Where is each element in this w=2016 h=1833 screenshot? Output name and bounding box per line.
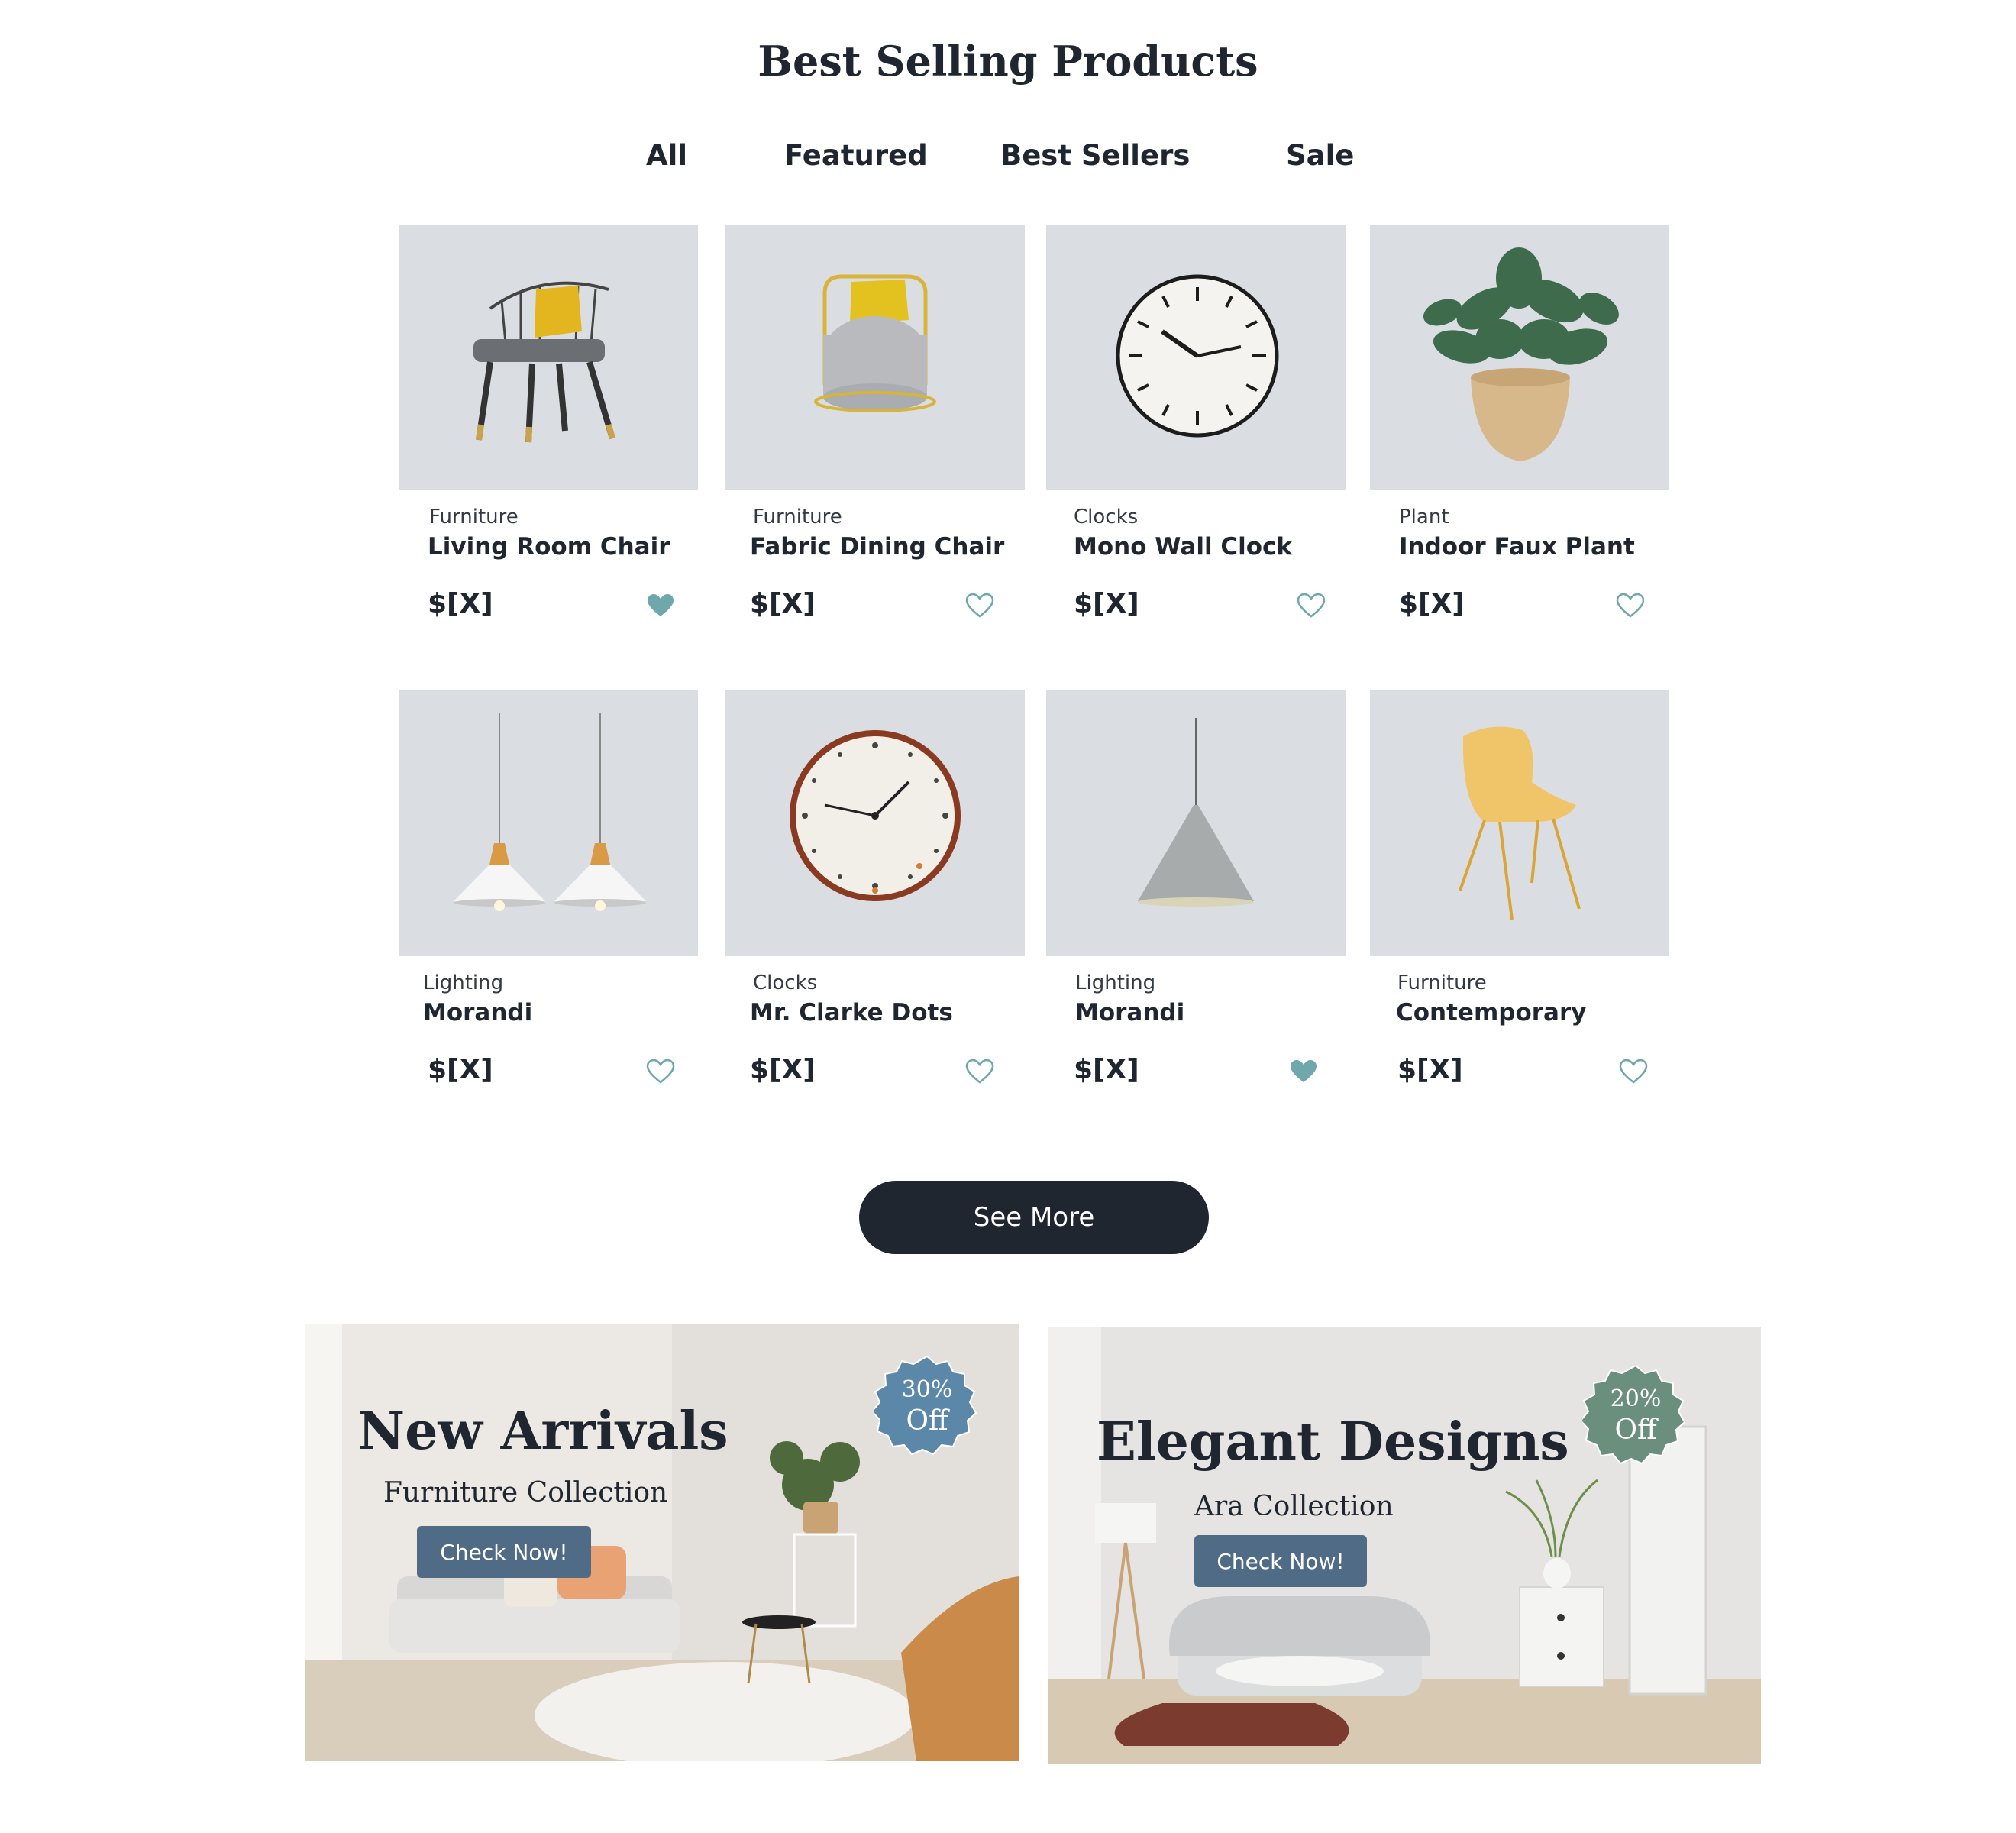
chair-icon [473,281,615,443]
banner-subtitle: Furniture Collection [383,1477,668,1508]
heart-outline-icon[interactable] [1297,593,1326,619]
badge-percent: 20% [1610,1385,1662,1412]
heart-filled-icon[interactable] [1289,1059,1318,1085]
discount-badge: 30% Off [874,1353,981,1460]
tab-sale[interactable]: Sale [1286,139,1354,172]
section-title: Best Selling Products [758,37,1258,86]
promo-banner-new-arrivals[interactable]: New Arrivals Furniture Collection Check … [305,1324,1019,1761]
product-image[interactable] [1046,690,1346,956]
discount-badge: 20% Off [1582,1363,1689,1469]
product-category: Lighting [1075,971,1156,994]
product-price: $[X] [1399,588,1465,619]
heart-outline-icon[interactable] [646,1059,675,1085]
product-price: $[X] [750,1054,816,1085]
product-image[interactable] [399,690,698,956]
heart-outline-icon[interactable] [965,1059,994,1085]
product-card[interactable]: Furniture Fabric Dining Chair $[X] [725,225,1025,619]
product-price: $[X] [750,588,816,619]
banner-title: New Arrivals [357,1401,729,1462]
product-card[interactable]: Furniture Living Room Chair $[X] [399,225,698,619]
product-price: $[X] [428,588,493,619]
chair-icon [814,274,936,412]
product-category: Furniture [753,506,842,529]
promo-banner-elegant-designs[interactable]: Elegant Designs Ara Collection Check Now… [1048,1327,1761,1764]
product-category: Clocks [1074,506,1139,529]
product-name[interactable]: Living Room Chair [428,533,670,561]
product-category: Clocks [753,971,818,994]
heart-filled-icon[interactable] [646,593,675,619]
banner-title: Elegant Designs [1097,1411,1569,1473]
product-name[interactable]: Contemporary [1396,999,1586,1026]
product-price: $[X] [1074,588,1139,619]
badge-off: Off [906,1405,948,1437]
clock-icon [790,730,961,901]
product-image[interactable] [1370,225,1669,490]
check-now-button[interactable]: Check Now! [417,1526,591,1578]
tab-featured[interactable]: Featured [784,139,928,172]
product-name[interactable]: Mono Wall Clock [1074,533,1292,561]
product-category: Furniture [1397,971,1487,994]
badge-off: Off [1614,1414,1657,1446]
plant-icon [1423,247,1619,461]
product-price: $[X] [1397,1054,1463,1085]
heart-outline-icon[interactable] [965,593,994,619]
lamp-icon [454,713,646,911]
product-name[interactable]: Fabric Dining Chair [750,533,1004,561]
product-name[interactable]: Indoor Faux Plant [1399,533,1635,561]
product-image[interactable] [399,225,698,490]
product-name[interactable]: Mr. Clarke Dots [750,999,953,1026]
badge-percent: 30% [901,1376,953,1403]
clock-icon [1116,274,1279,438]
product-price: $[X] [1074,1054,1139,1085]
product-image[interactable] [725,690,1025,956]
heart-outline-icon[interactable] [1619,1059,1648,1085]
product-category: Lighting [423,971,504,994]
product-card[interactable]: Lighting Morandi $[X] [399,690,698,1085]
check-now-button[interactable]: Check Now! [1194,1535,1367,1587]
product-image[interactable] [1370,690,1669,956]
product-card[interactable]: Clocks Mono Wall Clock $[X] [1046,225,1346,619]
banner-subtitle: Ara Collection [1194,1491,1394,1522]
product-category: Plant [1399,506,1449,529]
heart-outline-icon[interactable] [1616,593,1645,619]
product-category: Furniture [429,506,519,529]
tab-all[interactable]: All [646,139,687,172]
product-name[interactable]: Morandi [423,999,532,1026]
product-name[interactable]: Morandi [1075,999,1184,1026]
product-image[interactable] [1046,225,1346,490]
lamp-icon [1138,718,1254,907]
see-more-button[interactable]: See More [859,1181,1209,1254]
product-card[interactable]: Lighting Morandi $[X] [1046,690,1346,1085]
product-price: $[X] [428,1054,493,1085]
product-card[interactable]: Furniture Contemporary $[X] [1370,690,1669,1085]
chair-icon [1459,726,1581,920]
tab-best-sellers[interactable]: Best Sellers [1000,139,1190,172]
product-card[interactable]: Clocks Mr. Clarke Dots $[X] [725,690,1025,1085]
product-image[interactable] [725,225,1025,490]
product-card[interactable]: Plant Indoor Faux Plant $[X] [1370,225,1669,619]
